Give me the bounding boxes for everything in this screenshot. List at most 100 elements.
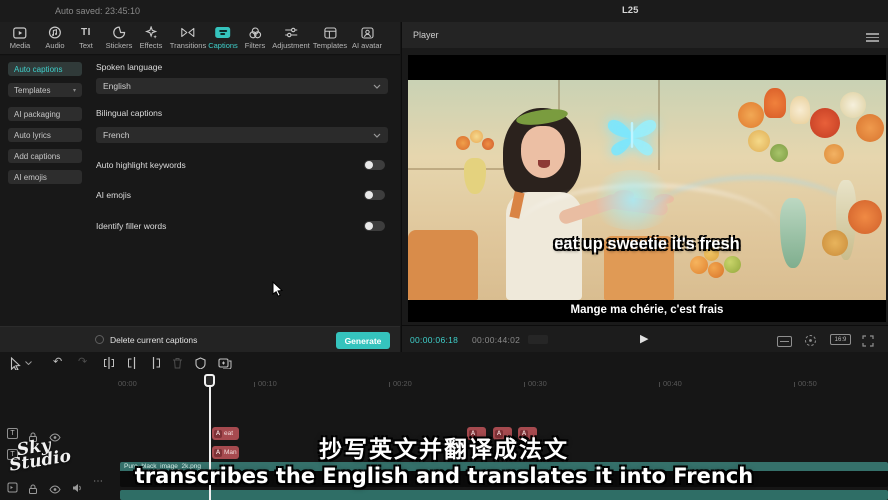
sidebar-item-label: Auto lyrics <box>14 131 51 140</box>
split-icon[interactable] <box>103 357 115 369</box>
toolbar-label: Transitions <box>170 41 206 50</box>
toolbar-audio[interactable]: Audio <box>45 25 64 50</box>
effects-icon <box>143 25 159 40</box>
sidebar-item-auto-captions[interactable]: Auto captions <box>8 62 82 76</box>
bilingual-captions-select[interactable]: French <box>96 127 388 143</box>
sidebar-item-add-captions[interactable]: Add captions <box>8 149 82 163</box>
ruler-tick: 00:40 <box>659 379 682 388</box>
redo-icon[interactable]: ↷ <box>78 355 87 368</box>
toolbar-media[interactable]: Media <box>10 25 30 50</box>
toolbar-label: Adjustment <box>272 41 310 50</box>
sidebar-item-label: Templates <box>14 86 50 95</box>
toolbar-adjustment[interactable]: Adjustment <box>272 25 310 50</box>
sidebar-item-templates[interactable]: Templates ▾ <box>8 83 82 97</box>
toolbar-transitions[interactable]: Transitions <box>170 25 206 50</box>
more-icon[interactable]: ⋯ <box>93 476 103 487</box>
ruler-tick: 00:10 <box>254 379 277 388</box>
templates-icon <box>322 25 338 40</box>
butterfly <box>604 112 660 158</box>
ai-avatar-icon <box>359 25 375 40</box>
delete-clip-icon[interactable] <box>172 357 183 369</box>
toolbar-label: AI avatar <box>352 41 382 50</box>
video-preview[interactable]: eat up sweetie it's fresh Mange ma chéri… <box>408 55 886 322</box>
toolbar-effects[interactable]: Effects <box>140 25 163 50</box>
speaker-icon[interactable] <box>72 480 83 498</box>
media-icon <box>12 25 28 40</box>
caption-clip[interactable]: A <box>518 427 537 440</box>
fullscreen-icon[interactable] <box>862 334 874 352</box>
sidebar-item-ai-emojis[interactable]: AI emojis <box>8 170 82 184</box>
spoken-language-value: English <box>103 81 131 91</box>
video-clip[interactable]: Pure_black_image_2k.png <box>120 462 888 487</box>
sidebar-item-label: Auto captions <box>14 65 62 74</box>
caption-clip[interactable]: A Man <box>212 446 239 459</box>
lock-icon[interactable] <box>28 481 38 499</box>
auto-highlight-toggle[interactable] <box>364 160 385 170</box>
sidebar-item-auto-lyrics[interactable]: Auto lyrics <box>8 128 82 142</box>
sidebar-item-label: AI packaging <box>14 110 60 119</box>
ruler-tick: 00:50 <box>794 379 817 388</box>
video-picture: eat up sweetie it's fresh <box>408 80 886 300</box>
total-timecode: 00:00:44:02 <box>472 335 520 345</box>
filters-icon <box>247 25 263 40</box>
overlay-track-icon[interactable] <box>218 357 232 369</box>
select-tool-chevron-icon[interactable] <box>25 361 32 365</box>
caption-clip-badge: A <box>520 430 528 438</box>
focus-icon[interactable] <box>804 334 817 352</box>
text-track-icon: T <box>7 428 18 439</box>
audio-clip[interactable] <box>120 490 888 500</box>
aspect-ratio-button[interactable]: 16:9 <box>830 334 851 345</box>
captions-panel: Auto captions Templates ▾ AI packaging A… <box>0 56 400 326</box>
adjustment-icon <box>283 25 299 40</box>
caption-clip-badge: A <box>214 430 222 438</box>
playhead-line[interactable] <box>209 375 211 500</box>
caption-clip[interactable]: A eat <box>212 427 239 440</box>
filler-words-toggle[interactable] <box>364 221 385 231</box>
toolbar-label: Audio <box>45 41 64 50</box>
preview-quality-icon[interactable] <box>777 334 792 352</box>
delete-right-icon[interactable] <box>150 357 161 369</box>
toolbar-label: Captions <box>208 41 238 50</box>
player-menu-icon[interactable] <box>866 31 879 44</box>
woman-face <box>521 126 565 178</box>
toolbar-label: Text <box>79 41 93 50</box>
generate-button[interactable]: Generate <box>336 332 390 349</box>
caption-clip-badge: A <box>495 430 503 438</box>
undo-icon[interactable]: ↶ <box>53 355 62 368</box>
autosave-status: Auto saved: 23:45:10 <box>55 6 140 16</box>
ruler-tick: 00:00 <box>118 379 137 388</box>
timeline-toolbar: ↶ ↷ <box>0 352 888 376</box>
toolbar-label: Stickers <box>106 41 133 50</box>
select-tool-icon[interactable] <box>10 357 21 370</box>
current-timecode: 00:00:06:18 <box>410 335 458 345</box>
ai-emojis-toggle[interactable] <box>364 190 385 200</box>
toolbar-text[interactable]: TI Text <box>78 25 94 50</box>
delete-left-icon[interactable] <box>127 357 138 369</box>
video-clip-label: Pure_black_image_2k.png <box>124 463 201 470</box>
timecode-pill <box>528 335 548 344</box>
spoken-language-label: Spoken language <box>96 62 162 72</box>
sidebar-item-label: Add captions <box>14 152 60 161</box>
playhead-handle[interactable] <box>204 374 215 387</box>
spoken-language-select[interactable]: English <box>96 78 388 94</box>
toolbar-stickers[interactable]: Stickers <box>106 25 133 50</box>
play-button[interactable]: ▶ <box>640 332 648 345</box>
player-title: Player <box>413 30 439 40</box>
sidebar-item-ai-packaging[interactable]: AI packaging <box>8 107 82 121</box>
eye-icon[interactable] <box>49 481 61 499</box>
ruler-tick: 00:20 <box>389 379 412 388</box>
text-icon: TI <box>78 25 94 40</box>
toolbar-templates[interactable]: Templates <box>313 25 347 50</box>
mask-icon[interactable] <box>195 357 206 369</box>
title-bar: Auto saved: 23:45:10 L25 <box>0 0 888 22</box>
toolbar-captions[interactable]: Captions <box>208 25 238 50</box>
auto-highlight-label: Auto highlight keywords <box>96 160 186 170</box>
toolbar-filters[interactable]: Filters <box>245 25 265 50</box>
video-caption-english: eat up sweetie it's fresh <box>408 235 886 254</box>
caption-clip[interactable]: A <box>493 427 512 440</box>
toolbar-ai-avatar[interactable]: AI avatar <box>352 25 382 50</box>
caption-clip[interactable]: A <box>467 427 486 440</box>
audio-icon <box>47 25 63 40</box>
delete-captions-checkbox[interactable] <box>95 335 104 344</box>
watermark: Sky Studio <box>6 435 72 473</box>
